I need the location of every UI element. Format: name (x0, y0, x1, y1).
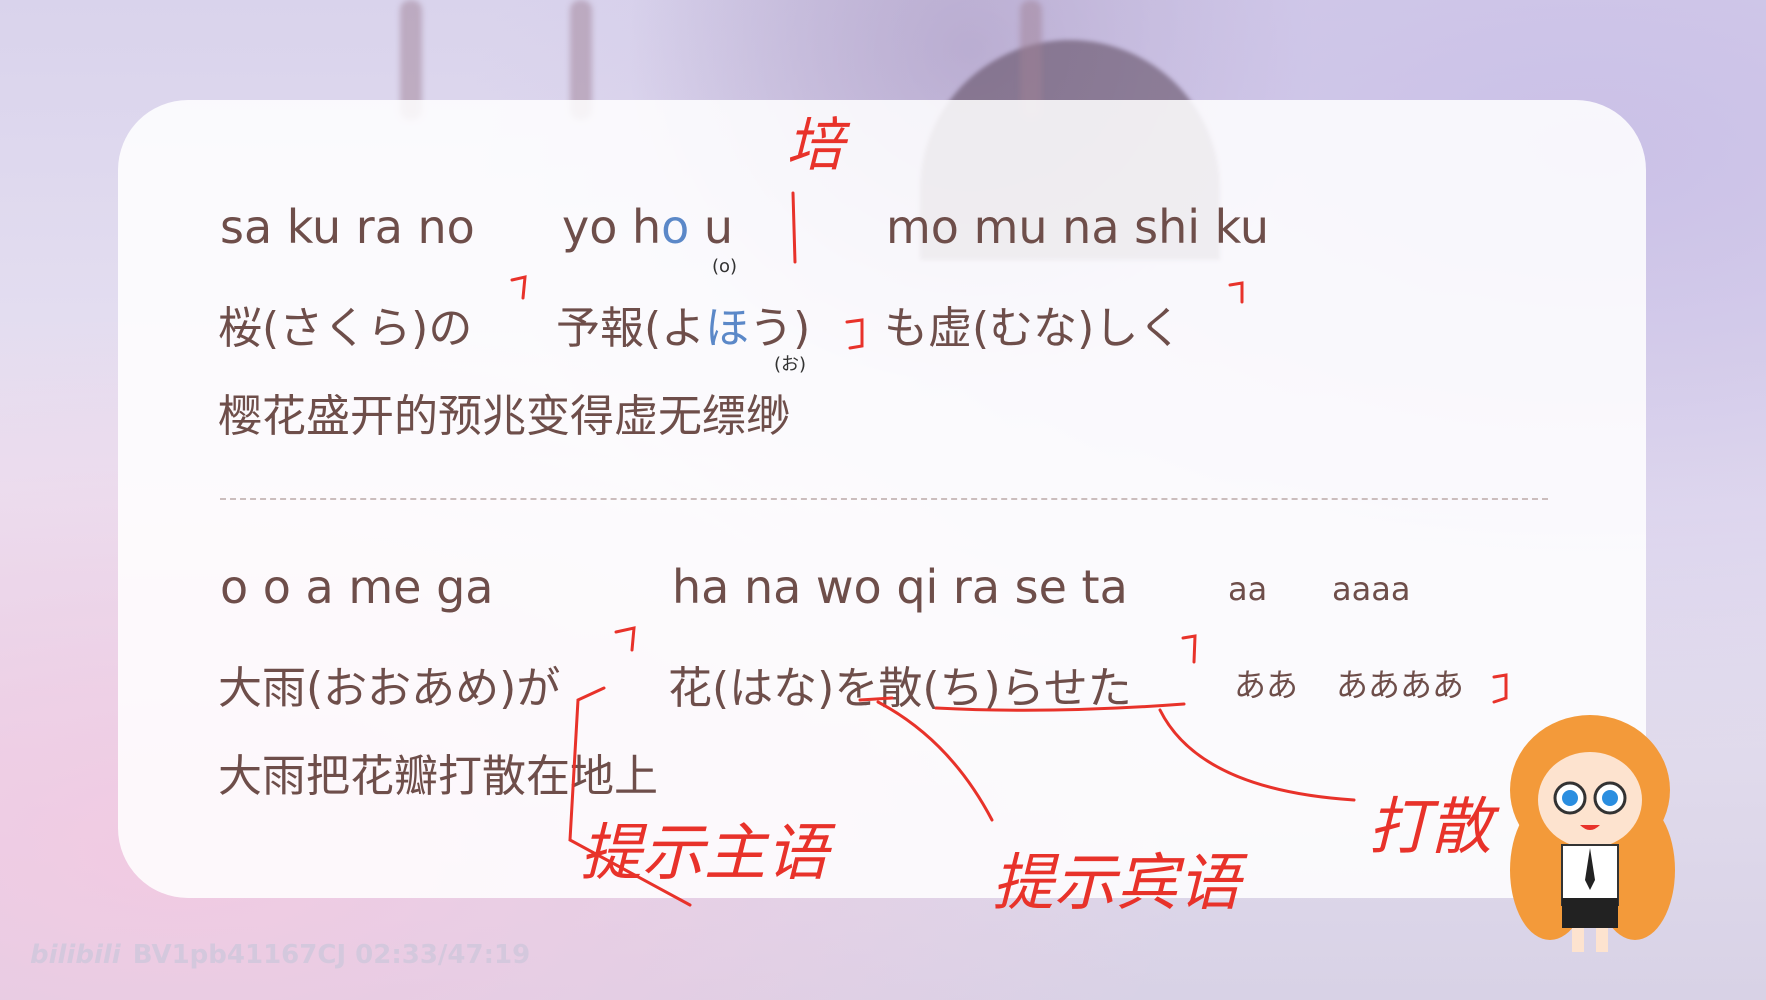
video-watermark: bilibili BV1pb41167CJ 02:33/47:19 (30, 940, 530, 970)
annotation-object-marker: 提示宾语 (992, 846, 1241, 919)
pause-mark (510, 275, 527, 300)
verb-arrow (1158, 708, 1356, 802)
pause-mark (791, 191, 797, 264)
verb-underline (934, 702, 1186, 712)
video-code: BV1pb41167CJ 02:33/47:19 (132, 940, 531, 970)
annotation-top: 培 (786, 111, 845, 179)
pause-mark (1492, 673, 1508, 704)
object-underline (858, 696, 894, 702)
pause-mark (1181, 634, 1197, 664)
mascot-character (1510, 715, 1675, 952)
bilibili-logo: bilibili (30, 940, 121, 970)
object-arrow (876, 700, 994, 822)
annotation-scatter: 打散 (1368, 790, 1493, 863)
pause-mark (1228, 281, 1244, 304)
pause-mark (845, 318, 864, 350)
pause-mark (614, 626, 636, 652)
annotation-subject-marker: 提示主语 (580, 816, 829, 889)
